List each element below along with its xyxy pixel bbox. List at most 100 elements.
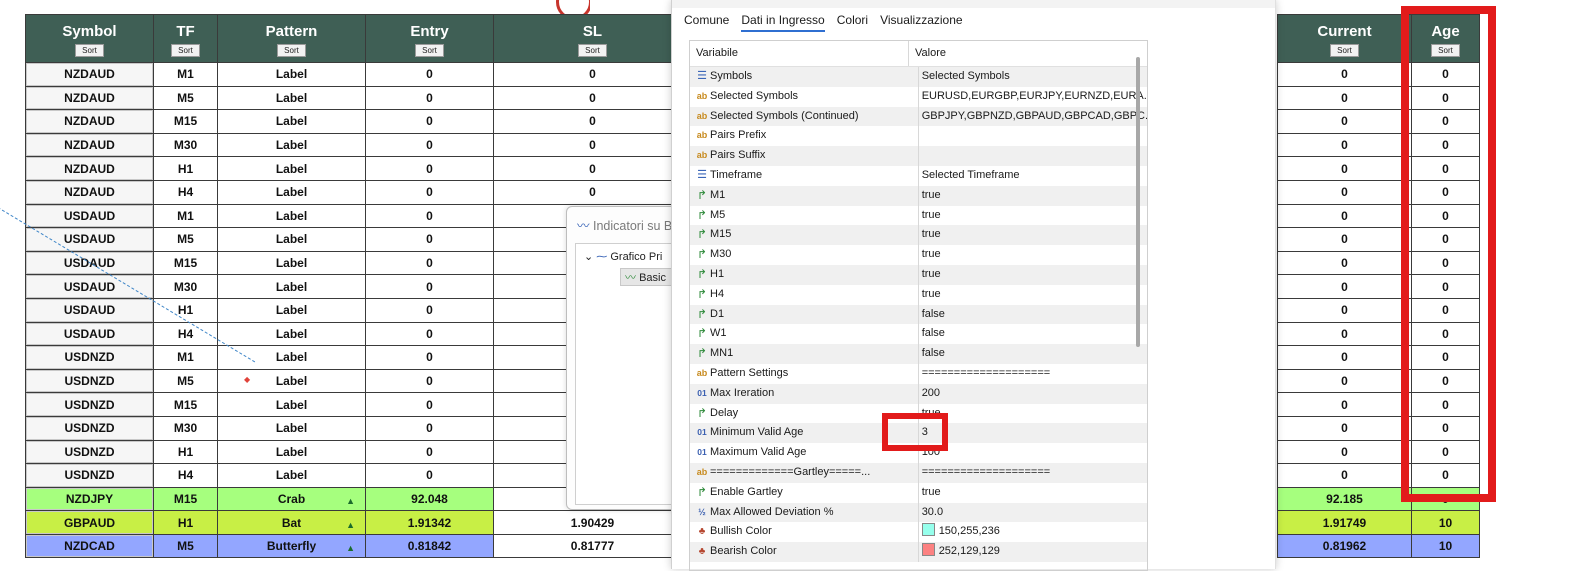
symbol-cell[interactable]: NZDJPY [25,486,154,512]
property-name: Enable Gartley [710,485,783,498]
property-row[interactable]: ↱ H4 true [690,284,1147,305]
property-value[interactable]: false [919,344,1147,364]
property-row[interactable]: ab Selected Symbols EURUSD,EURGBP,EURJPY,E… [690,86,1147,107]
symbol-cell[interactable]: USDAUD [25,297,154,323]
symbol-cell[interactable]: USDNZD [25,345,154,370]
tab-dati-in-ingresso[interactable]: Dati in Ingresso [741,13,825,32]
property-value[interactable]: GBPJPY,GBPNZD,GBPAUD,GBPCAD,GBPC... [919,107,1147,127]
property-value[interactable]: true [919,225,1147,245]
symbol-cell[interactable]: NZDAUD [25,109,154,134]
table-row[interactable]: NZDAUD M30 Label 0 0 [25,132,692,158]
sort-button[interactable]: Sort [415,44,444,57]
age-cell: 10 [1411,533,1480,559]
symbol-cell[interactable]: USDNZD [25,392,154,417]
tab-visualizzazione[interactable]: Visualizzazione [880,13,963,32]
property-row[interactable]: ↱ M1 true [690,185,1147,206]
property-row[interactable]: ♣ Bearish Color 252,129,129 [690,542,1147,562]
symbol-cell[interactable]: NZDCAD [25,533,154,559]
symbol-cell[interactable]: NZDAUD [25,132,154,158]
property-row[interactable]: ab Pairs Prefix [690,126,1147,147]
color-swatch[interactable] [921,543,935,557]
symbol-cell[interactable]: USDNZD [25,439,154,465]
property-row[interactable]: ½ Max Allowed Deviation % 30.0 [690,502,1147,523]
table-row[interactable]: 0.81962 10 [1277,533,1480,559]
table-row[interactable]: GBPAUD H1 Bat ▲ 1.91342 1.90429 [25,510,692,535]
symbol-cell[interactable]: USDAUD [25,203,154,229]
property-value[interactable] [919,126,1147,146]
property-row[interactable]: ↱ M5 true [690,205,1147,226]
property-row[interactable]: ↱ D1 false [690,304,1147,325]
table-row[interactable]: NZDAUD H4 Label 0 0 [25,179,692,205]
tree-node-main-chart[interactable]: ⌄ ⁓ Grafico Pri [584,250,662,263]
sort-button[interactable]: Sort [171,44,200,57]
property-value[interactable]: 100 [919,443,1147,463]
sort-button[interactable]: Sort [277,44,306,57]
property-value[interactable]: EURUSD,EURGBP,EURJPY,EURNZD,EURA... [919,87,1147,107]
sort-button[interactable]: Sort [1330,44,1359,57]
property-row[interactable]: ↱ H1 true [690,264,1147,285]
property-value[interactable] [919,146,1147,166]
property-value[interactable]: true [919,206,1147,226]
property-value[interactable]: true [919,285,1147,305]
table-row[interactable]: NZDAUD M5 Label 0 0 [25,85,692,111]
property-grid-header: Variabile Valore [690,41,1147,67]
property-row[interactable]: ab Pattern Settings ==================== [690,363,1147,384]
symbol-cell[interactable]: USDAUD [25,321,154,347]
property-row[interactable]: ab Pairs Suffix [690,146,1147,166]
symbol-cell[interactable]: USDNZD [25,368,154,394]
property-value[interactable]: Selected Timeframe [919,166,1147,186]
property-value[interactable]: false [919,324,1147,344]
table-row[interactable]: NZDAUD H1 Label 0 0 [25,156,692,181]
table-row[interactable]: 1.91749 10 [1277,510,1480,535]
color-swatch[interactable] [921,523,935,537]
property-row[interactable]: ☰ Timeframe Selected Timeframe [690,165,1147,186]
trendline-anchor-icon[interactable]: ◆ [244,375,250,384]
property-value[interactable]: ==================== [919,364,1147,384]
property-value[interactable]: Selected Symbols [919,67,1147,87]
property-name: M1 [710,188,726,201]
property-value[interactable]: false [919,305,1147,325]
property-value[interactable]: true [919,245,1147,265]
property-value[interactable]: true [919,265,1147,285]
sort-button[interactable]: Sort [75,44,104,57]
property-value[interactable]: true [919,483,1147,503]
symbol-cell[interactable]: NZDAUD [25,85,154,111]
property-row[interactable]: ab =============Gartley=====... ==========… [690,462,1147,483]
properties-tabs: Comune Dati in Ingresso Colori Visualizz… [684,13,963,32]
table-row[interactable]: NZDAUD M15 Label 0 0 [25,109,692,134]
sort-button[interactable]: Sort [578,44,607,57]
symbol-cell[interactable]: USDNZD [25,415,154,441]
expand-chevron-icon[interactable]: ⌄ [584,251,593,263]
tab-colori[interactable]: Colori [837,13,868,32]
property-value[interactable]: true [919,404,1147,424]
property-grid-scrollbar[interactable] [1136,57,1140,347]
property-row[interactable]: ↱ M15 true [690,225,1147,246]
symbol-cell[interactable]: USDAUD [25,274,154,299]
property-row[interactable]: ☰ Symbols Selected Symbols [690,67,1147,87]
property-value[interactable]: 30.0 [919,503,1147,523]
pattern-direction-icon: ▲ [346,543,355,554]
symbol-cell[interactable]: GBPAUD [25,510,154,535]
symbol-cell[interactable]: NZDAUD [25,179,154,205]
property-row[interactable]: ↱ M30 true [690,245,1147,265]
property-value[interactable]: 3 [919,423,1147,443]
property-row[interactable]: ↱ W1 false [690,324,1147,345]
property-value[interactable]: ==================== [919,463,1147,483]
property-value[interactable]: 200 [919,384,1147,404]
property-value[interactable]: 150,255,236 [919,522,1147,542]
table-row[interactable]: NZDCAD M5 Butterfly ▲ 0.81842 0.81777 [25,533,692,559]
tab-comune[interactable]: Comune [684,13,729,32]
symbol-cell[interactable]: NZDAUD [25,62,154,87]
property-value[interactable]: true [919,186,1147,206]
current-cell: 0 [1277,109,1412,134]
property-row[interactable]: ↱ MN1 false [690,344,1147,364]
property-row[interactable]: ♣ Bullish Color 150,255,236 [690,522,1147,543]
symbol-cell[interactable]: USDNZD [25,463,154,488]
table-row[interactable]: NZDAUD M1 Label 0 0 [25,62,692,87]
symbol-cell[interactable]: USDAUD [25,227,154,252]
property-value[interactable]: 252,129,129 [919,542,1147,562]
property-row[interactable]: 01 Max Ireration 200 [690,383,1147,404]
symbol-cell[interactable]: NZDAUD [25,156,154,181]
property-row[interactable]: ↱ Enable Gartley true [690,482,1147,503]
property-row[interactable]: ab Selected Symbols (Continued) GBPJPY,GBP… [690,106,1147,127]
